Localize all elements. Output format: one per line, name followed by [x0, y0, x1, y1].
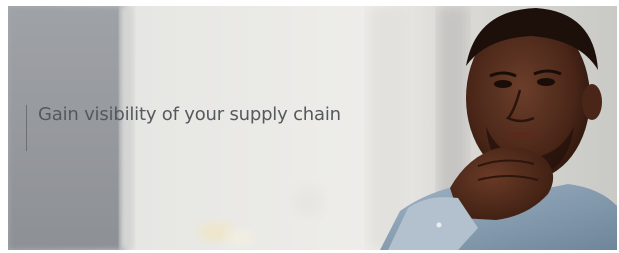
hero-banner: Gain visibility of your supply chain — [8, 6, 617, 250]
headline: Gain visibility of your supply chain — [38, 104, 341, 125]
headline-block: Gain visibility of your supply chain — [26, 105, 358, 151]
